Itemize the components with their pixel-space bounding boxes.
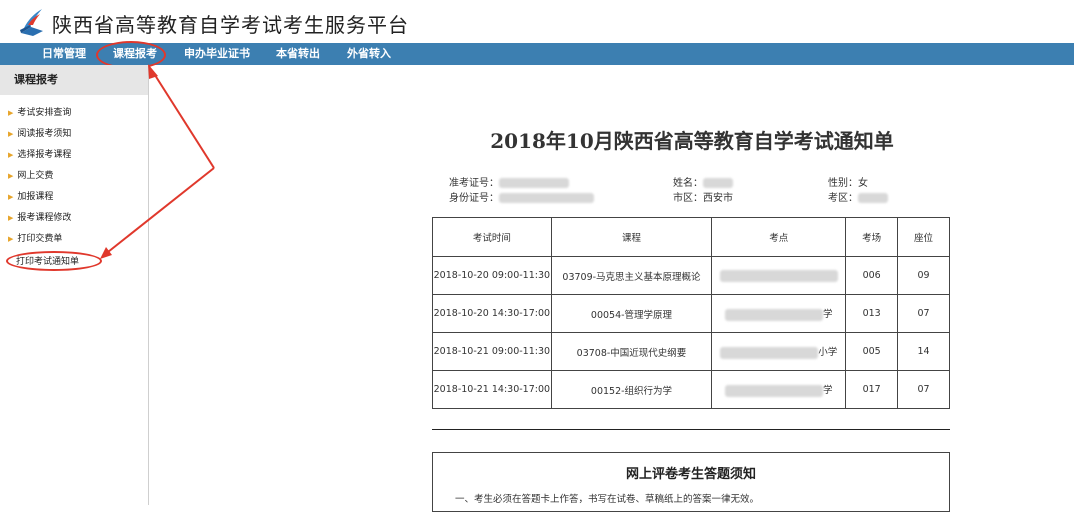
cell-time: 2018-10-20 14:30-17:00 [432, 294, 552, 333]
header-room: 考场 [845, 217, 899, 257]
cell-site: 学 [711, 370, 847, 409]
rules-title: 网上评卷考生答题须知 [625, 467, 756, 482]
gender: 性别：女 [828, 174, 868, 189]
header-course: 课程 [550, 217, 713, 257]
cell-room: 013 [845, 294, 899, 333]
cell-site: 学 [711, 294, 847, 333]
redacted-value [724, 384, 823, 397]
gender-value: 女 [858, 178, 868, 189]
gender-label: 性别： [828, 178, 858, 189]
id-number: 身份证号： [449, 189, 594, 204]
cell-seat: 07 [897, 370, 950, 409]
id-label: 身份证号： [449, 193, 499, 204]
notice-title: 2018年10月陕西省高等教育自学考试通知单 [490, 129, 894, 153]
name-label: 姓名： [673, 178, 703, 189]
city-label: 市区： [673, 193, 703, 204]
redacted-value [499, 178, 569, 188]
redacted-value [703, 178, 733, 188]
table-row: 2018-10-20 14:30-17:00 00054-管理学原理 学 013… [432, 294, 950, 333]
header-exam-site: 考点 [711, 217, 847, 257]
redacted-value [720, 346, 819, 359]
student-name: 姓名： [673, 174, 733, 189]
admission-label: 准考证号： [449, 178, 499, 189]
rules-line: 一、考生必须在答题卡上作答，书写在试卷、草稿纸上的答案一律无效。 [455, 494, 760, 505]
arrow-head-icon [100, 247, 112, 259]
cell-room: 005 [845, 332, 899, 371]
redacted-value [719, 269, 838, 282]
cell-time: 2018-10-20 09:00-11:30 [432, 256, 552, 295]
divider [432, 429, 950, 430]
exam-schedule-table: 考试时间 课程 考点 考场 座位 2018-10-20 09:00-11:30 … [432, 217, 950, 409]
redacted-value [499, 193, 594, 203]
cell-site: 小学 [711, 332, 847, 371]
cell-course: 03708-中国近现代史纲要 [550, 332, 713, 371]
redacted-value [858, 193, 888, 203]
header-seat: 座位 [897, 217, 950, 257]
cell-time: 2018-10-21 09:00-11:30 [432, 332, 552, 371]
cell-seat: 09 [897, 256, 950, 295]
table-row: 2018-10-21 09:00-11:30 03708-中国近现代史纲要 小学… [432, 332, 950, 371]
table-row: 2018-10-20 09:00-11:30 03709-马克思主义基本原理概论… [432, 256, 950, 295]
city-value: 西安市 [703, 193, 733, 204]
cell-course: 00152-组织行为学 [550, 370, 713, 409]
exam-district: 考区： [828, 189, 888, 204]
cell-seat: 14 [897, 332, 950, 371]
header-exam-time: 考试时间 [432, 217, 552, 257]
cell-course: 03709-马克思主义基本原理概论 [550, 256, 713, 295]
cell-seat: 07 [897, 294, 950, 333]
cell-course: 00054-管理学原理 [550, 294, 713, 333]
cell-room: 017 [845, 370, 899, 409]
city: 市区：西安市 [673, 189, 733, 204]
table-row: 2018-10-21 14:30-17:00 00152-组织行为学 学 017… [432, 370, 950, 409]
district-label: 考区： [828, 193, 858, 204]
cell-time: 2018-10-21 14:30-17:00 [432, 370, 552, 409]
answer-rules-box: 网上评卷考生答题须知 一、考生必须在答题卡上作答，书写在试卷、草稿纸上的答案一律… [432, 452, 950, 512]
cell-site [711, 256, 847, 295]
table-header-row: 考试时间 课程 考点 考场 座位 [432, 217, 950, 257]
redacted-value [724, 308, 823, 321]
admission-number: 准考证号： [449, 174, 569, 189]
cell-room: 006 [845, 256, 899, 295]
